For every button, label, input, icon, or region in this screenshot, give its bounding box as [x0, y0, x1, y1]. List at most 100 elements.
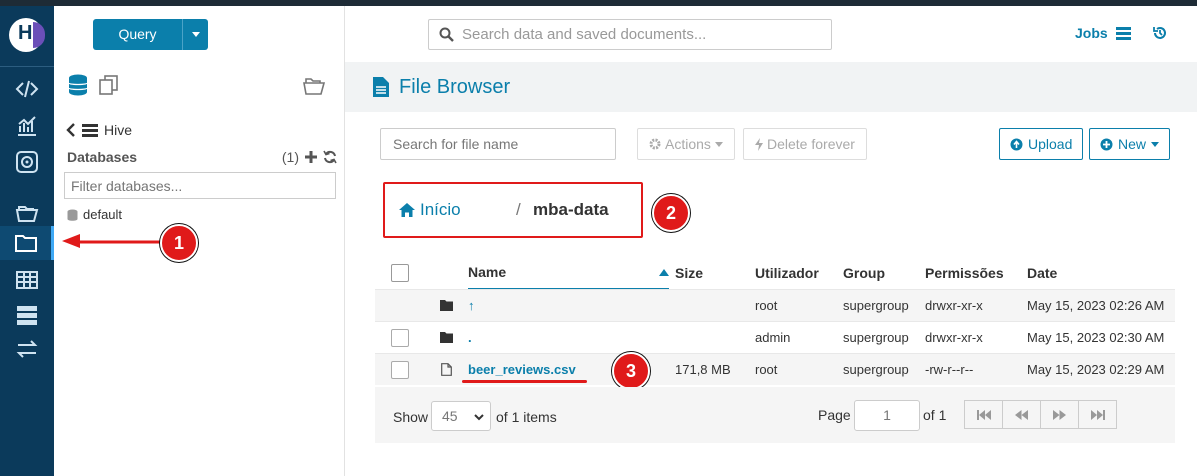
- chevron-left-icon: [66, 123, 75, 137]
- file-search-placeholder: Search for file name: [393, 136, 519, 152]
- prev-page-button[interactable]: [1002, 400, 1041, 429]
- column-user[interactable]: Utilizador: [755, 265, 843, 281]
- table-row[interactable]: ↑ root supergroup drwxr-xr-x May 15, 202…: [375, 289, 1175, 321]
- column-permissions[interactable]: Permissões: [925, 265, 1027, 281]
- file-group: supergroup: [843, 298, 909, 313]
- new-label: New: [1118, 136, 1147, 152]
- file-name-link[interactable]: ↑: [468, 298, 475, 313]
- caret-down-icon[interactable]: [183, 19, 208, 50]
- annotation-underline: [462, 380, 587, 383]
- hue-logo[interactable]: H: [9, 18, 45, 52]
- annotation-badge-3: 3: [612, 352, 650, 390]
- open-folder-icon[interactable]: [302, 75, 326, 95]
- column-size[interactable]: Size: [675, 265, 755, 281]
- documents-nav-item[interactable]: [0, 196, 54, 230]
- page-header: File Browser: [345, 62, 1197, 112]
- breadcrumb: Início / mba-data: [383, 182, 643, 238]
- query-label: Query: [93, 19, 183, 50]
- global-search-input[interactable]: Search data and saved documents...: [428, 19, 832, 50]
- editor-nav-item[interactable]: [0, 72, 54, 106]
- last-page-button[interactable]: [1078, 400, 1117, 429]
- first-page-icon: [976, 409, 991, 420]
- page-size-value: 45: [442, 408, 458, 424]
- next-page-button[interactable]: [1040, 400, 1079, 429]
- row-checkbox[interactable]: [391, 360, 409, 379]
- file-permissions: -rw-r--r--: [925, 362, 974, 377]
- file-permissions: drwxr-xr-x: [925, 330, 983, 345]
- first-page-button[interactable]: [964, 400, 1003, 429]
- plus-icon[interactable]: [305, 151, 317, 163]
- history-icon[interactable]: [1152, 25, 1168, 41]
- page-size-select[interactable]: 45: [431, 401, 491, 431]
- scheduler-nav-item[interactable]: [0, 145, 54, 179]
- upload-label: Upload: [1028, 136, 1073, 152]
- assist-source-header[interactable]: Hive: [66, 122, 132, 138]
- delete-forever-button[interactable]: Delete forever: [743, 128, 867, 160]
- table-row[interactable]: . admin supergroup drwxr-xr-x May 15, 20…: [375, 321, 1175, 353]
- folder-icon: [440, 332, 453, 343]
- documents-icon[interactable]: [98, 75, 120, 95]
- database-item-default[interactable]: default: [67, 207, 122, 222]
- new-button[interactable]: New: [1089, 128, 1171, 160]
- chevron-down-icon: [474, 414, 484, 421]
- select-all-checkbox[interactable]: [391, 263, 409, 282]
- chart-icon: [18, 116, 36, 136]
- refresh-icon[interactable]: [323, 150, 337, 164]
- jobs-nav-item[interactable]: [0, 298, 54, 332]
- dashboard-nav-item[interactable]: [0, 109, 54, 143]
- forward-icon: [1053, 409, 1066, 420]
- file-permissions: drwxr-xr-x: [925, 298, 983, 313]
- upload-icon: [1010, 138, 1023, 150]
- file-date: May 15, 2023 02:26 AM: [1027, 298, 1165, 313]
- backward-icon: [1015, 409, 1028, 420]
- pagination-nav: [964, 400, 1117, 429]
- filter-databases-input[interactable]: [64, 172, 336, 199]
- open-folder-icon: [15, 206, 39, 222]
- breadcrumb-home[interactable]: Início: [399, 200, 461, 220]
- global-search-placeholder: Search data and saved documents...: [462, 26, 707, 43]
- actions-label: Actions: [665, 136, 711, 152]
- annotation-badge-2: 2: [652, 194, 690, 232]
- folder-icon: [440, 300, 453, 311]
- file-icon: [441, 363, 452, 376]
- file-name-link[interactable]: beer_reviews.csv: [468, 362, 576, 377]
- plus-circle-icon: [1100, 138, 1113, 150]
- caret-down-icon: [714, 141, 723, 147]
- file-user: root: [755, 298, 778, 313]
- query-button[interactable]: Query: [93, 19, 208, 50]
- column-name[interactable]: Name: [468, 256, 669, 289]
- database-name: default: [83, 207, 123, 222]
- file-search-input[interactable]: Search for file name: [380, 128, 616, 160]
- importer-nav-item[interactable]: [0, 332, 54, 366]
- show-label: Show: [393, 409, 429, 425]
- pagination-bar: Show 45 of 1 items Page 1 of 1: [375, 387, 1175, 443]
- file-user: root: [755, 362, 778, 377]
- row-checkbox[interactable]: [391, 328, 409, 347]
- items-count-label: of 1 items: [496, 409, 557, 425]
- file-date: May 15, 2023 02:29 AM: [1027, 362, 1165, 377]
- column-group[interactable]: Group: [843, 265, 925, 281]
- page-total-label: of 1: [923, 407, 947, 423]
- table-browser-nav-item[interactable]: [0, 263, 54, 297]
- table-header: Name Size Utilizador Group Permissões Da…: [375, 256, 1175, 289]
- breadcrumb-separator: /: [516, 200, 521, 219]
- gear-icon: [649, 138, 661, 150]
- upload-button[interactable]: Upload: [999, 128, 1084, 160]
- jobs-button[interactable]: Jobs: [1075, 25, 1131, 41]
- sort-asc-icon: [659, 268, 669, 276]
- breadcrumb-current[interactable]: mba-data: [533, 200, 609, 220]
- breadcrumb-home-label: Início: [420, 200, 461, 219]
- database-icon[interactable]: [68, 74, 88, 96]
- page-label: Page: [818, 407, 851, 423]
- server-icon: [1115, 26, 1131, 40]
- column-date[interactable]: Date: [1027, 265, 1175, 281]
- page-number-input[interactable]: 1: [854, 400, 920, 431]
- file-browser-nav-item[interactable]: [0, 226, 54, 260]
- file-name-link[interactable]: .: [468, 330, 472, 345]
- folder-icon: [14, 235, 37, 252]
- jobs-label: Jobs: [1075, 25, 1108, 41]
- assist-source-label: Hive: [104, 122, 133, 138]
- actions-button[interactable]: Actions: [637, 128, 735, 160]
- file-table: Name Size Utilizador Group Permissões Da…: [375, 256, 1175, 385]
- annotation-arrow: [62, 234, 160, 248]
